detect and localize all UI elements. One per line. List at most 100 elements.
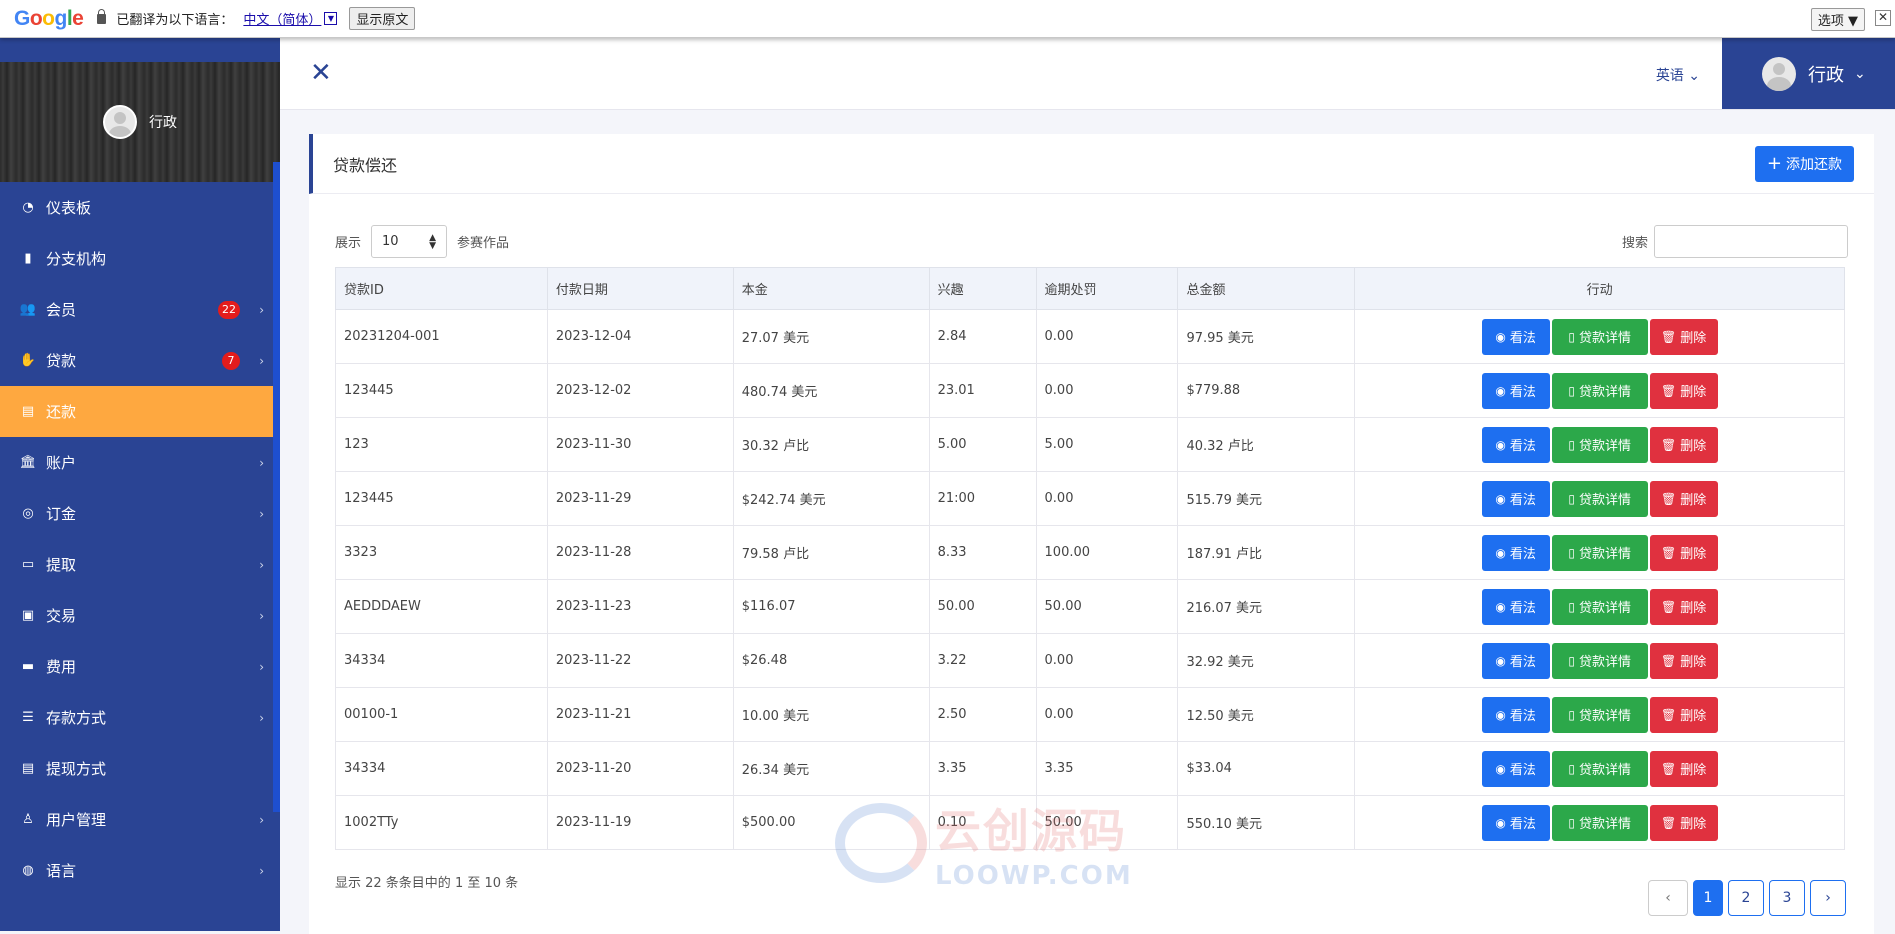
table-cell: 0.00 <box>1035 471 1179 526</box>
sidebar-item[interactable]: 🏛 账户 › <box>0 437 280 488</box>
column-header[interactable]: 行动 <box>1354 267 1845 310</box>
view-button[interactable]: ◉ 看法 <box>1481 804 1550 841</box>
sidebar-item[interactable]: ☰ 存款方式 › <box>0 692 280 743</box>
user-menu[interactable]: 行政 ⌄ <box>1722 38 1895 109</box>
avatar <box>1762 56 1796 91</box>
loan-details-button[interactable]: ▯ 贷款详情 <box>1551 534 1648 571</box>
table-cell: $779.88 <box>1177 363 1356 418</box>
pagination-page[interactable]: 3 <box>1769 880 1805 916</box>
sidebar-item[interactable]: ▤ 还款 <box>0 386 273 437</box>
column-header[interactable]: 总金额 <box>1177 267 1356 310</box>
delete-button[interactable]: 🗑 删除 <box>1649 804 1718 841</box>
view-label: 看法 <box>1509 493 1536 508</box>
loan-details-button[interactable]: ▯ 贷款详情 <box>1551 372 1648 409</box>
table-cell: 100.00 <box>1035 525 1179 580</box>
view-button[interactable]: ◉ 看法 <box>1481 372 1550 409</box>
show-original-button[interactable]: 显示原文 <box>349 7 416 30</box>
view-button[interactable]: ◉ 看法 <box>1481 534 1550 571</box>
view-button[interactable]: ◉ 看法 <box>1481 480 1550 517</box>
view-button[interactable]: ◉ 看法 <box>1481 318 1550 355</box>
table-row: 1002TTy 2023-11-19 $500.00 0.10 50.00 550.10 … <box>335 795 1845 850</box>
loan-details-label: 贷款详情 <box>1578 547 1631 562</box>
table-cell: 187.91 卢比 <box>1177 525 1356 580</box>
sidebar-item[interactable]: ✋ 贷款 7 › <box>0 335 280 386</box>
delete-button[interactable]: 🗑 删除 <box>1649 480 1718 517</box>
loan-details-button[interactable]: ▯ 贷款详情 <box>1551 426 1648 463</box>
view-label: 看法 <box>1509 331 1536 346</box>
clipboard-icon: ▤ <box>21 761 35 776</box>
file-icon: ▯ <box>1568 599 1575 614</box>
table-row: 123445 2023-11-29 $242.74 美元 21:00 0.00 515.7… <box>335 471 1845 526</box>
delete-label: 删除 <box>1680 709 1707 724</box>
pagination-next-icon[interactable]: › <box>1810 880 1846 916</box>
view-button[interactable]: ◉ 看法 <box>1481 696 1550 733</box>
table-header-row: 贷款ID 付款日期 本金 兴趣 逾期处罚 总金额 行动 <box>335 267 1845 310</box>
sidebar-item[interactable]: ◎ 订金 › <box>0 488 280 539</box>
table-cell: 2023-11-29 <box>546 471 734 526</box>
close-sidebar-icon[interactable]: ✕ <box>310 60 332 86</box>
delete-button[interactable]: 🗑 删除 <box>1649 318 1718 355</box>
loan-details-button[interactable]: ▯ 贷款详情 <box>1551 804 1648 841</box>
delete-button[interactable]: 🗑 删除 <box>1649 588 1718 625</box>
table-cell: 2023-11-23 <box>546 579 734 634</box>
view-button[interactable]: ◉ 看法 <box>1481 588 1550 625</box>
table-cell: 8.33 <box>928 525 1037 580</box>
sidebar-item[interactable]: ▮ 分支机构 <box>0 233 280 284</box>
search-control: 搜索 <box>1622 225 1848 258</box>
loan-details-button[interactable]: ▯ 贷款详情 <box>1551 642 1648 679</box>
sidebar-item[interactable]: ♙ 用户管理 › <box>0 794 280 845</box>
view-button[interactable]: ◉ 看法 <box>1481 426 1550 463</box>
user-icon: ♙ <box>22 812 34 827</box>
delete-button[interactable]: 🗑 删除 <box>1649 426 1718 463</box>
chevron-right-icon: › <box>259 353 264 368</box>
pagination-prev-icon[interactable]: ‹ <box>1648 880 1688 916</box>
language-switcher[interactable]: 英语 ⌄ <box>1656 65 1700 85</box>
sidebar-item[interactable]: ▭ 提取 › <box>0 539 280 590</box>
table-cell: 30.32 卢比 <box>732 417 930 472</box>
sidebar-scrollbar[interactable] <box>273 162 280 812</box>
table-cell: 3.35 <box>1035 741 1179 796</box>
avatar[interactable] <box>103 105 137 139</box>
loan-details-button[interactable]: ▯ 贷款详情 <box>1551 318 1648 355</box>
actions-cell: ◉ 看法 ▯ 贷款详情 🗑 删除 <box>1354 471 1845 526</box>
loan-details-button[interactable]: ▯ 贷款详情 <box>1551 588 1648 625</box>
delete-button[interactable]: 🗑 删除 <box>1649 534 1718 571</box>
table-cell: $33.04 <box>1177 741 1356 796</box>
sidebar-item[interactable]: ▬ 费用 › <box>0 641 280 692</box>
page-size-select[interactable]: 10 ▲ ▼ <box>371 225 448 258</box>
translate-options-button[interactable]: 选项 ▼ <box>1810 8 1865 31</box>
loan-details-button[interactable]: ▯ 贷款详情 <box>1551 750 1648 787</box>
column-header[interactable]: 逾期处罚 <box>1035 267 1179 310</box>
translate-close-icon[interactable]: ✕ <box>1875 10 1891 26</box>
table-cell: 10.00 美元 <box>732 687 930 742</box>
column-header[interactable]: 付款日期 <box>546 267 734 310</box>
loan-details-button[interactable]: ▯ 贷款详情 <box>1551 480 1648 517</box>
loan-details-button[interactable]: ▯ 贷款详情 <box>1551 696 1648 733</box>
sidebar-user-name: 行政 <box>149 115 177 131</box>
translate-message: 已翻译为以下语言： <box>116 13 234 28</box>
delete-label: 删除 <box>1680 385 1707 400</box>
add-repayment-button[interactable]: + 添加还款 <box>1754 146 1854 182</box>
delete-button[interactable]: 🗑 删除 <box>1649 696 1718 733</box>
pagination-page[interactable]: 1 <box>1693 880 1723 916</box>
pagination-page[interactable]: 2 <box>1728 880 1764 916</box>
column-header[interactable]: 兴趣 <box>928 267 1037 310</box>
table-cell: 0.00 <box>1035 687 1179 742</box>
view-button[interactable]: ◉ 看法 <box>1481 750 1550 787</box>
search-input[interactable] <box>1654 225 1848 258</box>
trash-icon: 🗑 <box>1661 437 1677 452</box>
sidebar-item[interactable]: ◍ 语言 › <box>0 845 280 896</box>
sidebar-item[interactable]: ◔ 仪表板 <box>0 182 280 233</box>
column-header[interactable]: 本金 <box>732 267 930 310</box>
sidebar-item[interactable]: 👥 会员 22 › <box>0 284 280 335</box>
language-dropdown-icon[interactable]: ▼ <box>324 12 338 25</box>
delete-button[interactable]: 🗑 删除 <box>1649 750 1718 787</box>
sidebar-item[interactable]: ▣ 交易 › <box>0 590 280 641</box>
table-row: 123 2023-11-30 30.32 卢比 5.00 5.00 40.32 卢比 ◉ 看法… <box>335 417 1845 472</box>
sidebar-item[interactable]: ▤ 提现方式 <box>0 743 280 794</box>
column-header[interactable]: 贷款ID <box>335 267 548 310</box>
delete-button[interactable]: 🗑 删除 <box>1649 642 1718 679</box>
translate-language-link[interactable]: 中文（简体） <box>243 9 321 28</box>
delete-button[interactable]: 🗑 删除 <box>1649 372 1718 409</box>
view-button[interactable]: ◉ 看法 <box>1481 642 1550 679</box>
